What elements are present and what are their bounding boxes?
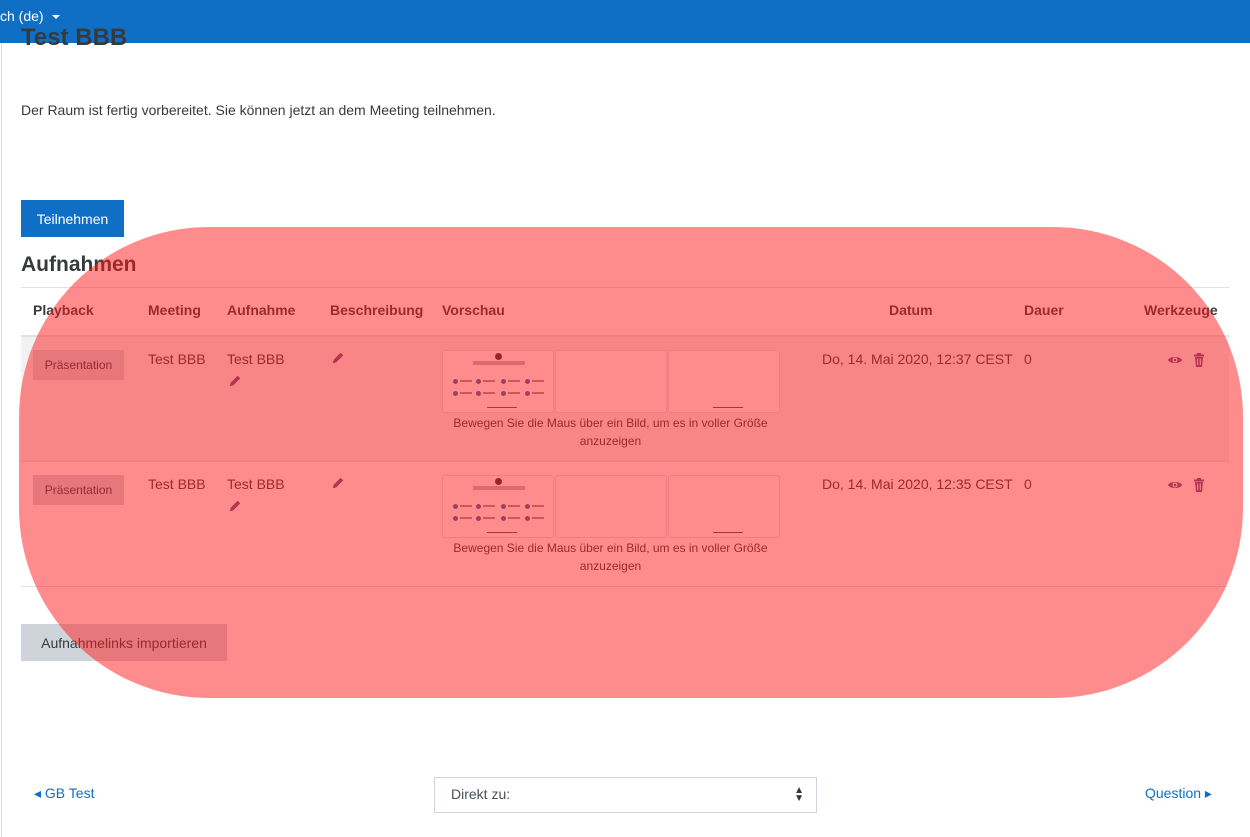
preview-hint: Bewegen Sie die Maus über ein Bild, um e… xyxy=(453,541,768,573)
recording-date: Do, 14. Mai 2020, 12:35 CEST xyxy=(822,476,1013,492)
header-description: Beschreibung xyxy=(330,302,424,318)
recording-name: Test BBB xyxy=(227,351,285,367)
preview-thumbnail[interactable] xyxy=(668,475,780,538)
eye-icon[interactable] xyxy=(1167,478,1183,492)
language-menu[interactable]: ch (de) xyxy=(0,8,60,24)
playback-presentation-button[interactable]: Präsentation xyxy=(33,475,124,505)
caret-down-icon xyxy=(51,14,60,19)
trash-icon[interactable] xyxy=(1191,478,1207,492)
recording-duration: 0 xyxy=(1024,476,1032,492)
select-caret-icon: ▲ ▼ xyxy=(794,785,804,804)
row-tools xyxy=(1167,353,1207,367)
content-border xyxy=(1,43,2,837)
header-playback: Playback xyxy=(33,302,94,318)
preview-thumbnail[interactable] xyxy=(442,350,554,413)
table-row: Präsentation Test BBB Test BBB Bewegen S… xyxy=(21,462,1229,587)
row-tools xyxy=(1167,478,1207,492)
top-navbar: ch (de) xyxy=(0,0,1250,43)
edit-description-pencil-icon[interactable] xyxy=(331,351,345,365)
trash-icon[interactable] xyxy=(1191,353,1207,367)
meeting-name: Test BBB xyxy=(148,351,206,367)
header-duration: Dauer xyxy=(1024,302,1064,318)
eye-icon[interactable] xyxy=(1167,353,1183,367)
import-recording-links-button[interactable]: Aufnahmelinks importieren xyxy=(21,624,227,661)
preview-thumbnail[interactable] xyxy=(442,475,554,538)
edit-recording-pencil-icon[interactable] xyxy=(228,499,242,513)
recordings-heading: Aufnahmen xyxy=(21,253,137,276)
header-date: Datum xyxy=(889,302,933,318)
previous-activity-link[interactable]: ◂ GB Test xyxy=(34,785,94,802)
language-label: ch (de) xyxy=(0,8,44,24)
playback-presentation-button[interactable]: Präsentation xyxy=(33,350,124,380)
header-tools: Werkzeuge xyxy=(1144,302,1218,318)
preview-thumbnail[interactable] xyxy=(668,350,780,413)
table-row: Präsentation Test BBB Test BBB Bewegen S… xyxy=(21,337,1229,462)
edit-recording-pencil-icon[interactable] xyxy=(228,374,242,388)
join-button[interactable]: Teilnehmen xyxy=(21,200,124,237)
header-preview: Vorschau xyxy=(442,302,505,318)
meeting-name: Test BBB xyxy=(148,476,206,492)
recording-name: Test BBB xyxy=(227,476,285,492)
page-title: Test BBB xyxy=(21,24,128,51)
preview-thumbnail[interactable] xyxy=(555,350,667,413)
preview-hint: Bewegen Sie die Maus über ein Bild, um e… xyxy=(453,416,768,448)
jump-to-select[interactable]: Direkt zu: ▲ ▼ xyxy=(434,777,817,813)
jump-to-label: Direkt zu: xyxy=(451,786,511,802)
section-divider xyxy=(21,287,1229,288)
preview-thumbnail[interactable] xyxy=(555,475,667,538)
preview-thumbnails xyxy=(442,475,780,538)
header-recording: Aufnahme xyxy=(227,302,296,318)
recording-date: Do, 14. Mai 2020, 12:37 CEST xyxy=(822,351,1013,367)
recording-duration: 0 xyxy=(1024,351,1032,367)
header-meeting: Meeting xyxy=(148,302,201,318)
preview-thumbnails xyxy=(442,350,780,413)
edit-description-pencil-icon[interactable] xyxy=(331,476,345,490)
next-activity-link[interactable]: Question ▸ xyxy=(1145,785,1212,802)
room-ready-message: Der Raum ist fertig vorbereitet. Sie kön… xyxy=(21,102,496,118)
